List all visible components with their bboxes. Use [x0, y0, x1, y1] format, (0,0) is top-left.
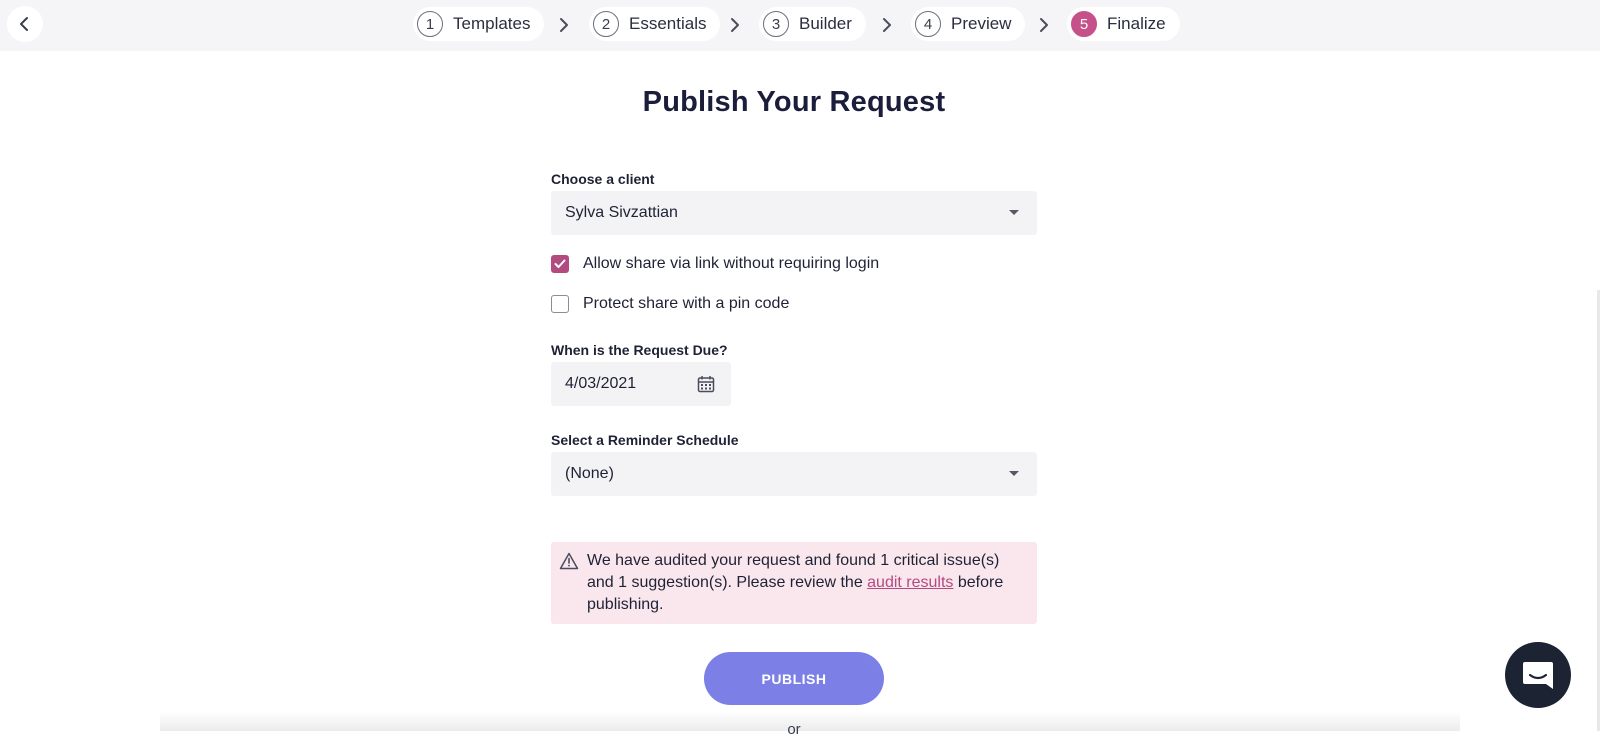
share-link-option[interactable]: Allow share via link without requiring l…	[551, 255, 879, 273]
publish-button[interactable]: PUBLISH	[704, 652, 884, 705]
pin-label: Protect share with a pin code	[583, 295, 790, 312]
chevron-right-icon	[883, 18, 891, 32]
step-templates[interactable]: 1 Templates	[413, 7, 545, 41]
client-select-value: Sylva Sivzattian	[565, 204, 678, 221]
pin-option[interactable]: Protect share with a pin code	[551, 295, 789, 313]
wizard-header: 1 Templates 2 Essentials 3 Builder 4 Pre…	[0, 0, 1600, 51]
step-preview[interactable]: 4 Preview	[911, 7, 1026, 41]
step-number: 5	[1071, 11, 1097, 37]
step-label: Builder	[799, 14, 852, 33]
step-essentials[interactable]: 2 Essentials	[589, 7, 721, 41]
due-date-label: When is the Request Due?	[551, 342, 728, 358]
audit-results-link[interactable]: audit results	[867, 574, 953, 591]
share-link-checkbox[interactable]	[551, 255, 569, 273]
audit-alert: We have audited your request and found 1…	[551, 542, 1037, 624]
chevron-right-icon	[731, 18, 739, 32]
reminder-select-value: (None)	[565, 465, 614, 482]
step-number: 4	[915, 11, 941, 37]
client-select[interactable]: Sylva Sivzattian	[551, 191, 1037, 235]
checkmark-icon	[554, 259, 566, 268]
caret-down-icon	[1009, 210, 1019, 215]
step-progress: 1 Templates 2 Essentials 3 Builder 4 Pre…	[0, 0, 1600, 51]
chat-icon	[1523, 662, 1553, 689]
due-date-value: 4/03/2021	[565, 375, 637, 392]
reminder-label: Select a Reminder Schedule	[551, 432, 739, 448]
chevron-right-icon	[1040, 18, 1048, 32]
due-date-input[interactable]: 4/03/2021	[551, 362, 731, 406]
warning-triangle-icon	[559, 552, 579, 570]
chevron-right-icon	[560, 18, 568, 32]
pin-checkbox[interactable]	[551, 295, 569, 313]
step-label: Finalize	[1107, 14, 1166, 33]
step-label: Templates	[453, 14, 531, 33]
reminder-select[interactable]: (None)	[551, 452, 1037, 496]
caret-down-icon	[1009, 471, 1019, 476]
page-title: Publish Your Request	[642, 86, 946, 118]
step-builder[interactable]: 3 Builder	[759, 7, 866, 41]
step-number: 3	[763, 11, 789, 37]
or-divider: or	[787, 721, 801, 738]
share-link-label: Allow share via link without requiring l…	[583, 255, 880, 272]
calendar-icon[interactable]	[697, 375, 715, 393]
client-label: Choose a client	[551, 171, 655, 187]
step-number: 2	[593, 11, 619, 37]
step-label: Preview	[951, 14, 1012, 33]
step-number: 1	[417, 11, 443, 37]
chat-launcher-button[interactable]	[1505, 642, 1571, 708]
step-label: Essentials	[629, 14, 707, 33]
step-finalize[interactable]: 5 Finalize	[1067, 7, 1180, 41]
